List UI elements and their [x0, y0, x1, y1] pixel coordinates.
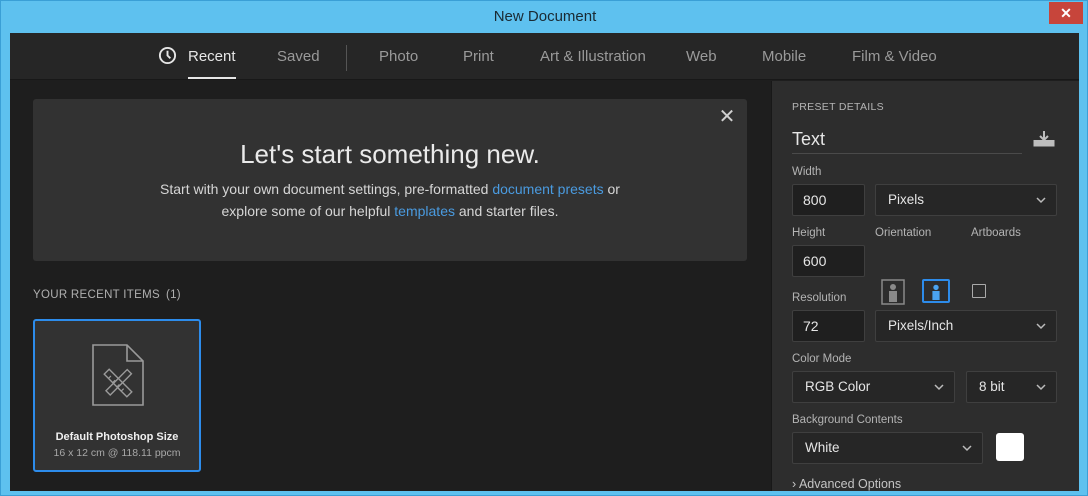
welcome-text-line-1: Start with your own document settings, p…	[33, 181, 747, 197]
portrait-orientation-icon[interactable]	[881, 279, 905, 305]
welcome-text-line-2: explore some of our helpful templates an…	[33, 203, 747, 219]
tab-saved[interactable]: Saved	[277, 48, 320, 65]
color-mode-select[interactable]: RGB Color	[792, 371, 955, 403]
dialog-body: Recent Saved Photo Print Art & Illustrat…	[10, 33, 1079, 491]
advanced-options-label: Advanced Options	[798, 477, 902, 491]
title-bar: New Document ✕	[1, 1, 1088, 33]
tab-divider	[346, 45, 347, 71]
preset-category-tabs: Recent Saved Photo Print Art & Illustrat…	[10, 33, 1079, 80]
recent-item-size: 16 x 12 cm @ 118.11 ppcm	[53, 447, 181, 459]
preset-details-panel: PRESET DETAILS Width 800 Pixels Height 6…	[771, 81, 1079, 491]
welcome-close-icon[interactable]: ✕	[717, 107, 737, 127]
background-contents-select[interactable]: White	[792, 432, 983, 464]
recent-items-heading: YOUR RECENT ITEMS (1)	[33, 289, 181, 301]
height-field[interactable]: 600	[792, 245, 865, 277]
document-presets-link[interactable]: document presets	[492, 181, 603, 197]
recent-item-name: Default Photoshop Size	[55, 431, 179, 443]
window-close-button[interactable]: ✕	[1049, 2, 1083, 24]
welcome-text: or	[603, 181, 620, 197]
welcome-banner: ✕ Let's start something new. Start with …	[33, 99, 747, 261]
window-title: New Document	[493, 8, 597, 25]
background-color-swatch[interactable]	[996, 433, 1024, 461]
resolution-unit-value: Pixels/Inch	[888, 318, 954, 333]
tab-photo[interactable]: Photo	[379, 48, 418, 65]
chevron-right-icon: ›	[792, 477, 797, 491]
chevron-down-icon	[1036, 323, 1046, 330]
landscape-orientation-icon	[932, 284, 940, 300]
color-mode-label: Color Mode	[792, 353, 852, 365]
background-contents-label: Background Contents	[792, 414, 903, 426]
recent-items-count: (1)	[165, 289, 181, 301]
width-unit-select[interactable]: Pixels	[875, 184, 1057, 216]
active-tab-underline	[188, 77, 236, 79]
resolution-field[interactable]: 72	[792, 310, 865, 342]
recent-items-title: YOUR RECENT ITEMS	[33, 289, 160, 301]
templates-link[interactable]: templates	[394, 203, 455, 219]
orientation-label: Orientation	[875, 227, 932, 239]
tab-art-illustration[interactable]: Art & Illustration	[540, 48, 646, 65]
background-contents-value: White	[805, 440, 840, 455]
landscape-orientation-button[interactable]	[922, 279, 950, 303]
width-label: Width	[792, 166, 822, 178]
main-area: ✕ Let's start something new. Start with …	[10, 81, 771, 491]
tab-recent-label: Recent	[188, 48, 236, 65]
recent-item-card[interactable]: Default Photoshop Size 16 x 12 cm @ 118.…	[33, 319, 201, 472]
document-tools-icon	[92, 344, 144, 406]
resolution-label: Resolution	[792, 292, 847, 304]
width-unit-value: Pixels	[888, 192, 925, 207]
color-mode-value: RGB Color	[805, 379, 871, 394]
width-field[interactable]: 800	[792, 184, 865, 216]
height-label: Height	[792, 227, 826, 239]
welcome-text: explore some of our helpful	[221, 203, 395, 219]
artboards-checkbox[interactable]	[972, 284, 986, 298]
save-preset-icon[interactable]	[1033, 131, 1055, 147]
resolution-unit-select[interactable]: Pixels/Inch	[875, 310, 1057, 342]
tab-film-video[interactable]: Film & Video	[852, 48, 937, 65]
tab-web[interactable]: Web	[686, 48, 717, 65]
welcome-text: Start with your own document settings, p…	[160, 181, 493, 197]
bit-depth-value: 8 bit	[979, 379, 1005, 394]
tab-print[interactable]: Print	[463, 48, 494, 65]
new-document-window: New Document ✕ Recent Saved Photo Print …	[0, 0, 1088, 496]
chevron-down-icon	[962, 445, 972, 452]
advanced-options-toggle[interactable]: › Advanced Options	[792, 477, 901, 491]
preset-details-heading: PRESET DETAILS	[792, 101, 884, 113]
preset-name-input[interactable]	[792, 126, 1022, 154]
tab-mobile[interactable]: Mobile	[762, 48, 806, 65]
bit-depth-select[interactable]: 8 bit	[966, 371, 1057, 403]
tab-recent[interactable]: Recent	[188, 48, 236, 79]
chevron-down-icon	[934, 384, 944, 391]
chevron-down-icon	[1036, 197, 1046, 204]
clock-icon	[158, 46, 177, 65]
artboards-label: Artboards	[971, 227, 1021, 239]
welcome-text: and starter files.	[454, 203, 559, 219]
chevron-down-icon	[1036, 384, 1046, 391]
welcome-heading: Let's start something new.	[240, 139, 540, 169]
